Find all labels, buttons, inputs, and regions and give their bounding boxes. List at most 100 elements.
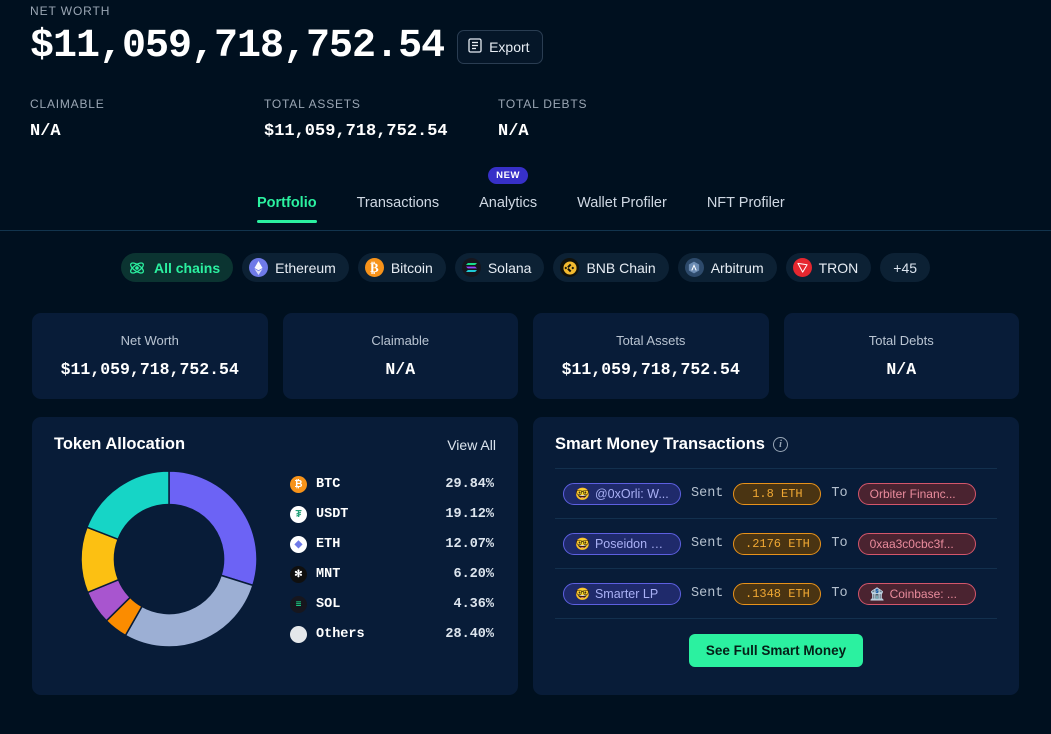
net-worth-label: NET WORTH [30, 4, 111, 18]
smart-money-title-label: Smart Money Transactions [555, 435, 765, 453]
tab-analytics-label: Analytics [479, 195, 538, 211]
transaction-action-label: Sent [691, 536, 724, 551]
legend-token-name: Others [316, 626, 365, 642]
transaction-actor-label: @0xOrli: W... [594, 486, 669, 501]
others-token-icon [290, 625, 307, 643]
atom-icon [128, 258, 147, 277]
stat-card-total-assets: Total Assets $11,059,718,752.54 [533, 313, 769, 399]
transaction-to-label: To [831, 486, 848, 501]
tab-nft-profiler[interactable]: NFT Profiler [707, 195, 785, 222]
transaction-actor-label: Poseidon D... [594, 536, 669, 551]
chain-chip-arbitrum[interactable]: Arbitrum [677, 253, 777, 282]
tab-portfolio[interactable]: Portfolio [257, 195, 317, 223]
sub-stat-label: CLAIMABLE [30, 97, 105, 111]
chain-chip-bitcoin[interactable]: ₿ Bitcoin [357, 253, 446, 282]
main-tabs: Portfolio Transactions NEW Analytics Wal… [0, 167, 1051, 223]
nerd-face-emoji: 🤓 [575, 586, 590, 601]
sub-stat-value: $11,059,718,752.54 [264, 122, 448, 141]
donut-segment-btc[interactable] [168, 470, 258, 587]
token-allocation-donut-chart [80, 470, 258, 648]
transaction-actor-pill[interactable]: 🤓 @0xOrli: W... [563, 482, 681, 505]
transaction-actor-pill[interactable]: 🤓 Poseidon D... [563, 532, 681, 555]
sub-stat-label: TOTAL DEBTS [498, 97, 588, 111]
transaction-destination-pill[interactable]: Orbiter Financ... [857, 482, 976, 505]
info-icon[interactable]: i [772, 437, 788, 452]
see-full-smart-money-button[interactable]: See Full Smart Money [688, 634, 864, 667]
legend-row: ₮ USDT 19.12% [290, 499, 494, 529]
legend-token-name: BTC [316, 476, 341, 492]
solana-icon [461, 258, 481, 277]
tab-wallet-profiler[interactable]: Wallet Profiler [577, 195, 667, 222]
transaction-row: 🤓 Poseidon D... Sent .2176 ETH To 0xaa3c0cbc3… [555, 519, 997, 569]
chain-chip-ethereum[interactable]: Ethereum [242, 253, 349, 282]
transaction-action-label: Sent [691, 586, 724, 601]
transaction-row: 🤓 @0xOrli: W... Sent 1.8 ETH To Orbiter Finan… [555, 469, 997, 519]
chain-chip-label: Arbitrum [710, 259, 764, 276]
legend-row: ✻ MNT 6.20% [290, 559, 494, 589]
stat-card-value: N/A [385, 360, 416, 379]
chain-chip-more[interactable]: +45 [880, 253, 931, 282]
net-worth-value: $11,059,718,752.54 [30, 24, 445, 69]
transaction-row: 🤓 Smarter LP Sent .1348 ETH To 🏦 Coinbase: ... [555, 569, 997, 619]
token-allocation-header: Token Allocation View All [54, 435, 496, 468]
portfolio-header: NET WORTH $11,059,718,752.54 Export CLAI… [0, 0, 1051, 141]
btc-token-icon: ₿ [290, 475, 307, 493]
chain-chip-bnb-chain[interactable]: BNB Chain [553, 253, 669, 282]
ethereum-icon [249, 258, 269, 277]
transaction-destination-pill[interactable]: 🏦 Coinbase: ... [857, 582, 976, 605]
transaction-actor-pill[interactable]: 🤓 Smarter LP [563, 582, 681, 605]
tab-transactions[interactable]: Transactions [357, 195, 439, 222]
legend-token-name: ETH [316, 536, 341, 552]
dashboard-panels: Token Allocation View All ₿ BTC 29.84% ₮ USD… [0, 417, 1051, 695]
transaction-destination-label: 0xaa3c0cbc3f... [869, 536, 954, 551]
new-badge: NEW [488, 167, 529, 184]
arbitrum-icon [684, 258, 704, 277]
transaction-actor-label: Smarter LP [594, 586, 659, 601]
view-all-link[interactable]: View All [447, 437, 496, 453]
sub-stat-value: N/A [30, 122, 61, 141]
legend-token-name: SOL [316, 596, 341, 612]
transaction-amount-pill[interactable]: 1.8 ETH [733, 482, 822, 505]
donut-segment-others[interactable] [124, 574, 254, 648]
tron-icon [792, 258, 812, 277]
stat-card-value: $11,059,718,752.54 [60, 360, 239, 379]
chain-chip-label: All chains [153, 259, 221, 276]
sub-stat-total-assets: TOTAL ASSETS $11,059,718,752.54 [264, 97, 498, 141]
transaction-to-label: To [831, 586, 848, 601]
token-allocation-body: ₿ BTC 29.84% ₮ USDT 19.12% ◆ ETH 12.07% ✻ MNT 6.20%… [54, 468, 496, 650]
bnb-icon [560, 258, 580, 277]
legend-row: Others 28.40% [290, 619, 494, 649]
transaction-destination-label: Orbiter Financ... [869, 486, 956, 501]
stat-card-label: Net Worth [120, 333, 179, 348]
token-allocation-panel: Token Allocation View All ₿ BTC 29.84% ₮ USD… [32, 417, 518, 695]
donut-chart-wrap [54, 468, 284, 650]
summary-stat-cards: Net Worth $11,059,718,752.54 Claimable N… [0, 313, 1051, 399]
legend-token-name: MNT [316, 566, 341, 582]
chain-chip-label: Ethereum [275, 259, 336, 276]
eth-token-icon: ◆ [290, 535, 307, 553]
export-button-label: Export [489, 39, 530, 55]
smart-money-transaction-list: 🤓 @0xOrli: W... Sent 1.8 ETH To Orbiter Finan… [555, 468, 997, 619]
donut-segment-usdt[interactable] [85, 470, 170, 541]
chain-chip-solana[interactable]: Solana [454, 253, 545, 282]
transaction-amount-pill[interactable]: .1348 ETH [733, 582, 822, 605]
tab-analytics[interactable]: NEW Analytics [479, 167, 538, 222]
mnt-token-icon: ✻ [290, 565, 307, 583]
smart-money-panel: Smart Money Transactions i 🤓 @0xOrli: W..… [533, 417, 1019, 695]
chain-chip-tron[interactable]: TRON [785, 253, 872, 282]
see-full-smart-money-wrap: See Full Smart Money [555, 619, 997, 667]
chain-chip-all-chains[interactable]: All chains [120, 253, 234, 282]
nerd-face-emoji: 🤓 [575, 536, 590, 551]
smart-money-title: Smart Money Transactions i [555, 435, 788, 454]
transaction-amount-pill[interactable]: .2176 ETH [733, 532, 822, 555]
legend-token-percent: 19.12% [445, 506, 494, 522]
export-button[interactable]: Export [457, 30, 543, 64]
bank-emoji: 🏦 [869, 586, 885, 601]
stat-card-value: $11,059,718,752.54 [561, 360, 740, 379]
transaction-to-label: To [831, 536, 848, 551]
nerd-face-emoji: 🤓 [575, 486, 590, 501]
transaction-destination-pill[interactable]: 0xaa3c0cbc3f... [857, 532, 976, 555]
sub-stat-claimable: CLAIMABLE N/A [30, 97, 264, 141]
legend-row: ◆ ETH 12.07% [290, 529, 494, 559]
chain-chip-label: Bitcoin [390, 259, 433, 276]
